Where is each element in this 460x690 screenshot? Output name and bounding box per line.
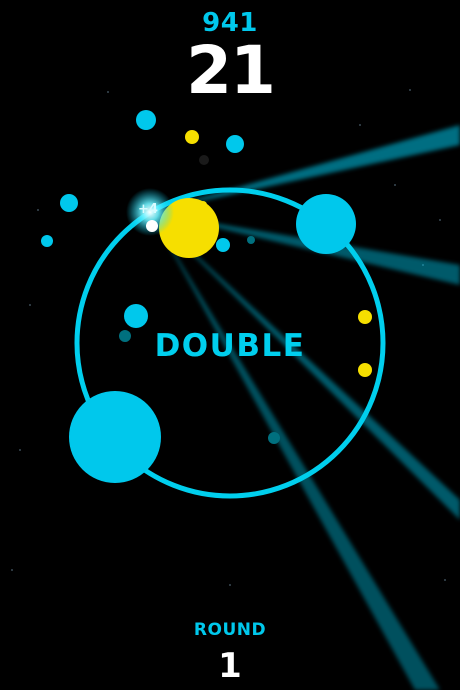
blue-orb-small — [60, 194, 78, 212]
round-number: 1 — [218, 646, 242, 686]
blue-orb-medium — [296, 194, 356, 254]
round-label: ROUND — [193, 620, 267, 640]
blue-orb-small — [41, 235, 53, 247]
blue-orb-small — [136, 110, 156, 130]
blue-orb-large — [69, 391, 161, 483]
current-score: 21 — [186, 32, 276, 109]
combo-popup: +4 — [138, 202, 158, 217]
mode-label: DOUBLE — [154, 328, 306, 364]
blue-orb-small — [216, 238, 230, 252]
blue-orb-small — [124, 304, 148, 328]
blue-orb-small — [226, 135, 244, 153]
